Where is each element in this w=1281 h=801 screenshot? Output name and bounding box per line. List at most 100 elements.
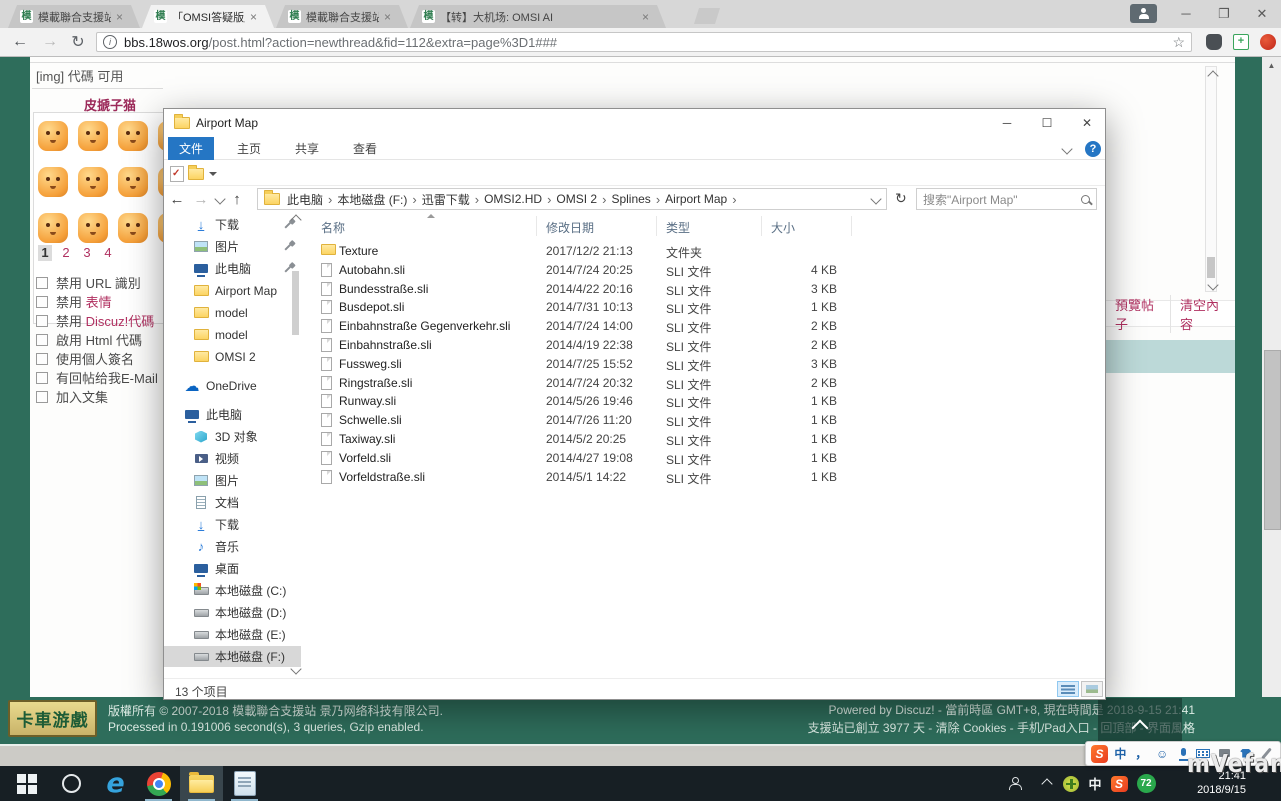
preview-post-button[interactable]: 預覽帖子 <box>1106 295 1170 333</box>
breadcrumb-item[interactable]: 此电脑 <box>282 191 332 208</box>
explorer-maximize-button[interactable]: ☐ <box>1027 109 1067 137</box>
tab-close-icon[interactable] <box>384 11 396 23</box>
page-link[interactable]: 4 <box>101 245 115 261</box>
explorer-close-button[interactable]: ✕ <box>1067 109 1107 137</box>
profile-button[interactable] <box>1130 4 1157 23</box>
reload-icon[interactable]: ↻ <box>66 31 90 53</box>
file-row[interactable]: Einbahnstraße Gegenverkehr.sli 2014/7/24… <box>301 317 1104 336</box>
scrollbar-thumb[interactable] <box>292 271 299 335</box>
file-row[interactable]: Vorfeldstraße.sli 2014/5/1 14:22 SLI 文件 … <box>301 468 1104 487</box>
emoticon-cat[interactable] <box>78 121 108 151</box>
file-row[interactable]: Ringstraße.sli 2014/7/24 20:32 SLI 文件 2 … <box>301 374 1104 393</box>
emoticon-cat[interactable] <box>38 167 68 197</box>
checkbox[interactable] <box>36 353 48 365</box>
start-button[interactable] <box>5 766 48 801</box>
back-icon[interactable]: ← <box>8 31 32 53</box>
scrollbar-thumb[interactable] <box>1207 257 1215 278</box>
browser-tab[interactable]: 模 模載聯合支援站 - 歐洲卡 <box>8 5 140 28</box>
file-row[interactable]: Vorfeld.sli 2014/4/27 19:08 SLI 文件 1 KB <box>301 449 1104 468</box>
tab-close-icon[interactable] <box>250 11 262 23</box>
file-row[interactable]: Bundesstraße.sli 2014/4/22 20:16 SLI 文件 … <box>301 280 1104 299</box>
details-view-button[interactable] <box>1057 681 1079 697</box>
checkbox[interactable] <box>36 334 48 346</box>
file-row[interactable]: Runway.sli 2014/5/26 19:46 SLI 文件 1 KB <box>301 392 1104 411</box>
emoticon-cat[interactable] <box>78 213 108 243</box>
extension-icon-3[interactable] <box>1260 34 1276 50</box>
nav-item[interactable]: 图片 <box>164 236 301 257</box>
checkbox[interactable] <box>36 296 48 308</box>
tray-score[interactable]: 72 <box>1132 766 1160 801</box>
nav-item[interactable]: 本地磁盘 (E:) <box>164 624 301 645</box>
emoticon-cat[interactable] <box>118 167 148 197</box>
page-info-icon[interactable]: i <box>103 35 117 49</box>
taskbar-notepad[interactable] <box>223 766 266 801</box>
nav-item[interactable]: 本地磁盘 (F:) <box>164 646 301 667</box>
tray-ime-mode[interactable]: 中 <box>1082 766 1108 801</box>
column-divider[interactable] <box>851 216 852 236</box>
submit-bar[interactable] <box>1106 340 1235 373</box>
breadcrumb-item[interactable]: 本地磁盘 (F:) <box>332 191 416 208</box>
column-header-name[interactable]: 名称 <box>321 219 345 236</box>
ribbon-tab[interactable]: 查看 <box>342 137 388 160</box>
file-row[interactable]: Einbahnstraße.sli 2014/4/19 22:38 SLI 文件… <box>301 336 1104 355</box>
extension-icon-1[interactable] <box>1206 34 1222 50</box>
ime-icon[interactable]: S <box>1091 745 1108 763</box>
explorer-forward-icon[interactable]: → <box>190 188 212 210</box>
column-divider[interactable] <box>656 216 657 236</box>
address-bar[interactable]: i bbs.18wos.org/post.html?action=newthre… <box>96 32 1192 52</box>
ribbon-tab[interactable]: 文件 <box>168 137 214 160</box>
back-to-top-button[interactable] <box>1098 698 1182 742</box>
clear-content-button[interactable]: 清空內容 <box>1170 295 1235 333</box>
tray-show-hidden-icons[interactable] <box>1034 766 1060 801</box>
explorer-back-icon[interactable]: ← <box>166 188 188 210</box>
maximize-button[interactable]: ❐ <box>1205 0 1243 27</box>
emoticon-cat[interactable] <box>78 167 108 197</box>
breadcrumb-item[interactable]: OMSI2.HD <box>479 192 551 207</box>
nav-scrollbar[interactable] <box>289 213 301 679</box>
scroll-up-arrow[interactable] <box>290 214 301 225</box>
help-icon[interactable]: ? <box>1085 141 1101 157</box>
nav-item[interactable]: 下载 <box>164 214 301 235</box>
tab-close-icon[interactable] <box>642 11 654 23</box>
tray-antivirus[interactable] <box>1058 766 1084 801</box>
nav-item[interactable]: 本地磁盘 (D:) <box>164 602 301 623</box>
file-row[interactable]: Taxiway.sli 2014/5/2 20:25 SLI 文件 1 KB <box>301 430 1104 449</box>
nav-item[interactable]: 桌面 <box>164 558 301 579</box>
column-header-date[interactable]: 修改日期 <box>546 219 594 236</box>
customize-toolbar-icon[interactable] <box>209 172 217 176</box>
breadcrumb-item[interactable]: Splines <box>606 192 660 207</box>
taskbar-chrome[interactable] <box>137 766 180 801</box>
nav-item[interactable]: 本地磁盘 (C:) <box>164 580 301 601</box>
search-box[interactable]: 搜索"Airport Map" <box>916 188 1097 210</box>
breadcrumb-item[interactable]: Airport Map <box>660 192 736 207</box>
checkbox[interactable] <box>36 391 48 403</box>
taskbar-explorer[interactable] <box>180 766 223 801</box>
column-header-type[interactable]: 类型 <box>666 219 690 236</box>
nav-item[interactable]: 视频 <box>164 448 301 469</box>
nav-item[interactable]: model <box>164 324 301 345</box>
breadcrumb-item[interactable]: OMSI 2 <box>551 192 606 207</box>
recent-locations-icon[interactable] <box>214 193 225 204</box>
nav-item[interactable]: 图片 <box>164 470 301 491</box>
minimize-button[interactable]: ─ <box>1167 0 1205 27</box>
address-dropdown-icon[interactable] <box>870 193 881 204</box>
page-link[interactable]: 1 <box>38 245 52 261</box>
up-icon[interactable]: ↑ <box>226 188 248 210</box>
ime-icon[interactable]: 中 <box>1112 745 1129 763</box>
emoticon-cat[interactable] <box>118 121 148 151</box>
nav-item[interactable]: 下载 <box>164 514 301 535</box>
refresh-icon[interactable]: ↻ <box>895 190 907 207</box>
page-link[interactable]: 2 <box>59 245 73 261</box>
file-row[interactable]: Fussweg.sli 2014/7/25 15:52 SLI 文件 3 KB <box>301 355 1104 374</box>
textarea-scrollbar[interactable] <box>1205 66 1217 292</box>
file-row[interactable]: Autobahn.sli 2014/7/24 20:25 SLI 文件 4 KB <box>301 261 1104 280</box>
file-row[interactable]: Texture 2017/12/2 21:13 文件夹 <box>301 242 1104 261</box>
emoticon-cat[interactable] <box>38 213 68 243</box>
nav-item[interactable]: 音乐 <box>164 536 301 557</box>
column-divider[interactable] <box>761 216 762 236</box>
breadcrumb-bar[interactable]: 此电脑本地磁盘 (F:)迅雷下载OMSI2.HDOMSI 2SplinesAir… <box>257 188 887 210</box>
properties-icon[interactable] <box>170 166 184 182</box>
ribbon-tab[interactable]: 主页 <box>226 137 272 160</box>
scroll-up-arrow[interactable] <box>1207 70 1218 81</box>
nav-item[interactable]: Airport Map <box>164 280 301 301</box>
